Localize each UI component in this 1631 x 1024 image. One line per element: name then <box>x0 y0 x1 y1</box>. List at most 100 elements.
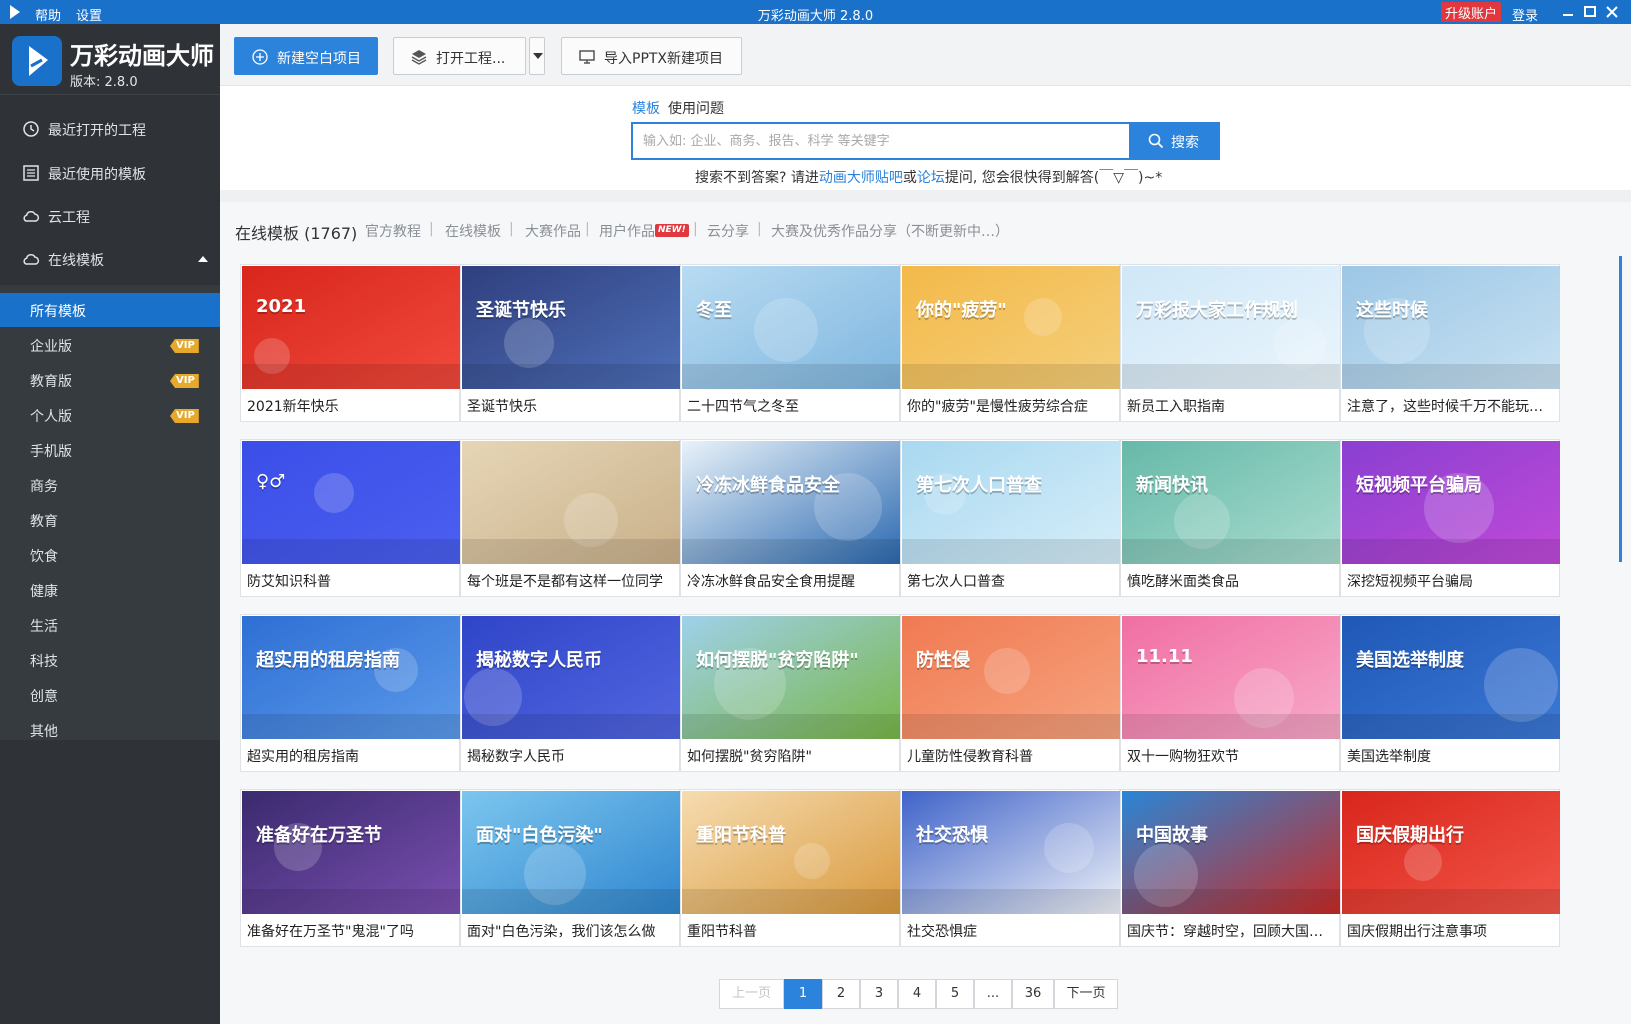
template-card[interactable]: 社交恐惧 社交恐惧症 <box>900 789 1120 947</box>
template-card[interactable]: 超实用的租房指南 超实用的租房指南 <box>240 614 460 772</box>
template-card[interactable]: 美国选举制度 美国选举制度 <box>1340 614 1560 772</box>
page-button[interactable]: ... <box>974 979 1012 1009</box>
category-item[interactable]: 饮食 <box>0 538 220 572</box>
category-item[interactable]: 手机版 <box>0 433 220 467</box>
category-item[interactable]: 健康 <box>0 573 220 607</box>
template-card[interactable]: ♀♂ 防艾知识科普 <box>240 439 460 597</box>
page-button[interactable]: 4 <box>898 979 936 1009</box>
thumbnail-text: 如何摆脱"贫穷陷阱" <box>696 650 859 671</box>
page-button[interactable]: 36 <box>1012 979 1054 1009</box>
search-icon <box>1148 133 1164 149</box>
template-card[interactable]: 圣诞节快乐 圣诞节快乐 <box>460 264 680 422</box>
chevron-down-icon <box>533 53 543 59</box>
template-card[interactable]: 每个班是不是都有这样一位同学 <box>460 439 680 597</box>
template-card[interactable]: 冬至 二十四节气之冬至 <box>680 264 900 422</box>
template-card[interactable]: 你的"疲劳" 你的"疲劳"是慢性疲劳综合症 <box>900 264 1120 422</box>
brand-logo <box>12 36 62 86</box>
page-button[interactable]: 2 <box>822 979 860 1009</box>
title-bar: 帮助 设置 万彩动画大师 2.8.0 升级账户 登录 <box>0 0 1631 24</box>
category-item[interactable]: 企业版 VIP <box>0 328 220 362</box>
category-item[interactable]: 创意 <box>0 678 220 712</box>
template-thumbnail: 面对"白色污染" <box>462 791 680 914</box>
category-item[interactable]: 其他 <box>0 713 220 747</box>
filter-user-works[interactable]: 用户作品 <box>599 221 655 241</box>
nav-recent-templates[interactable]: 最近使用的模板 <box>0 152 220 192</box>
category-item[interactable]: 教育版 VIP <box>0 363 220 397</box>
filter-separator: | <box>429 221 434 237</box>
category-item[interactable]: 生活 <box>0 608 220 642</box>
next-page-button[interactable]: 下一页 <box>1054 979 1118 1009</box>
template-card[interactable]: 面对"白色污染" 面对"白色污染，我们该怎么做 <box>460 789 680 947</box>
template-card[interactable]: 新闻快讯 慎吃酵米面类食品 <box>1120 439 1340 597</box>
new-blank-project-button[interactable]: 新建空白项目 <box>234 37 378 75</box>
upgrade-account-button[interactable]: 升级账户 <box>1441 2 1502 22</box>
search-box <box>631 122 1131 160</box>
page-button[interactable]: 1 <box>784 979 822 1009</box>
template-card[interactable]: 中国故事国庆节：穿越时空，回顾大国崛起 <box>1120 789 1340 947</box>
category-item[interactable]: 个人版 VIP <box>0 398 220 432</box>
category-label: 饮食 <box>30 549 58 565</box>
nav-online-templates-label: 在线模板 <box>48 253 104 269</box>
filter-cloud-share[interactable]: 云分享 <box>707 221 749 241</box>
nav-recent-templates-label: 最近使用的模板 <box>48 167 146 183</box>
thumbnail-text: 冷冻冰鲜食品安全 <box>696 475 840 496</box>
template-thumbnail <box>462 441 680 564</box>
close-icon[interactable] <box>1602 2 1622 22</box>
template-title: 新员工入职指南 <box>1127 399 1225 415</box>
nav-online-templates[interactable]: 在线模板 <box>0 238 220 278</box>
thumbnail-text: 新闻快讯 <box>1136 475 1208 496</box>
template-card[interactable]: 冷冻冰鲜食品安全 冷冻冰鲜食品安全食用提醒 <box>680 439 900 597</box>
menu-settings[interactable]: 设置 <box>76 5 102 24</box>
template-card[interactable]: 短视频平台骗局 深挖短视频平台骗局 <box>1340 439 1560 597</box>
brand: 万彩动画大师 版本: 2.8.0 <box>0 24 220 94</box>
search-button-label: 搜索 <box>1171 135 1199 151</box>
search-area: 模板 使用问题 搜索 搜索不到答案? 请进动画大师贴吧或论坛提问, 您会很快得到… <box>220 86 1631 190</box>
collapse-arrow-icon[interactable] <box>198 256 208 262</box>
search-button[interactable]: 搜索 <box>1131 122 1220 160</box>
template-card[interactable]: 万彩报大家工作规划 新员工入职指南 <box>1120 264 1340 422</box>
open-project-button[interactable]: 打开工程... <box>393 37 526 75</box>
tab-templates[interactable]: 模板 <box>632 98 660 118</box>
template-title: 国庆节：穿越时空，回顾大国崛起 <box>1127 924 1335 940</box>
filter-contest-works[interactable]: 大赛作品 <box>525 221 581 241</box>
filter-official-tutorials[interactable]: 官方教程 <box>365 221 421 241</box>
template-card[interactable]: 11.11 双十一购物狂欢节 <box>1120 614 1340 772</box>
monitor-icon <box>579 50 595 64</box>
nav-recent-projects[interactable]: 最近打开的工程 <box>0 108 220 148</box>
filter-online-templates[interactable]: 在线模板 <box>445 221 501 241</box>
maximize-icon[interactable] <box>1580 2 1600 22</box>
page-button[interactable]: 3 <box>860 979 898 1009</box>
template-card[interactable]: 国庆假期出行 国庆假期出行注意事项 <box>1340 789 1560 947</box>
template-card[interactable]: 防性侵 儿童防性侵教育科普 <box>900 614 1120 772</box>
category-item[interactable]: 科技 <box>0 643 220 677</box>
minimize-icon[interactable] <box>1558 2 1578 22</box>
tab-questions[interactable]: 使用问题 <box>668 98 724 118</box>
template-thumbnail: 中国故事 <box>1122 791 1340 914</box>
window-title: 万彩动画大师 2.8.0 <box>757 9 874 24</box>
search-input[interactable] <box>633 124 1129 158</box>
template-card[interactable]: 如何摆脱"贫穷陷阱" 如何摆脱"贫穷陷阱" <box>680 614 900 772</box>
category-label: 手机版 <box>30 444 72 460</box>
template-title: 双十一购物狂欢节 <box>1127 749 1239 765</box>
tieba-link[interactable]: 动画大师贴吧 <box>819 170 903 186</box>
login-button[interactable]: 登录 <box>1512 5 1538 24</box>
template-card[interactable]: 第七次人口普查 第七次人口普查 <box>900 439 1120 597</box>
template-card[interactable]: 这些时候 注意了，这些时候千万不能玩手机 <box>1340 264 1560 422</box>
menu-help[interactable]: 帮助 <box>35 5 61 24</box>
nav-cloud-project[interactable]: 云工程 <box>0 195 220 235</box>
category-item[interactable]: 所有模板 <box>0 293 220 327</box>
template-card[interactable]: 重阳节科普 重阳节科普 <box>680 789 900 947</box>
scrollbar[interactable] <box>1619 256 1622 562</box>
template-card[interactable]: 准备好在万圣节 准备好在万圣节"鬼混"了吗 <box>240 789 460 947</box>
filter-contest-share[interactable]: 大赛及优秀作品分享（不断更新中…） <box>771 221 1009 241</box>
template-card[interactable]: 揭秘数字人民币 揭秘数字人民币 <box>460 614 680 772</box>
template-card[interactable]: 2021 2021新年快乐 <box>240 264 460 422</box>
import-pptx-button[interactable]: 导入PPTX新建项目 <box>561 37 742 75</box>
page-button[interactable]: 5 <box>936 979 974 1009</box>
template-title: 二十四节气之冬至 <box>687 399 799 415</box>
forum-link[interactable]: 论坛 <box>917 170 945 186</box>
category-item[interactable]: 教育 <box>0 503 220 537</box>
category-item[interactable]: 商务 <box>0 468 220 502</box>
open-project-dropdown[interactable] <box>529 37 545 75</box>
filter-separator: | <box>757 221 762 237</box>
